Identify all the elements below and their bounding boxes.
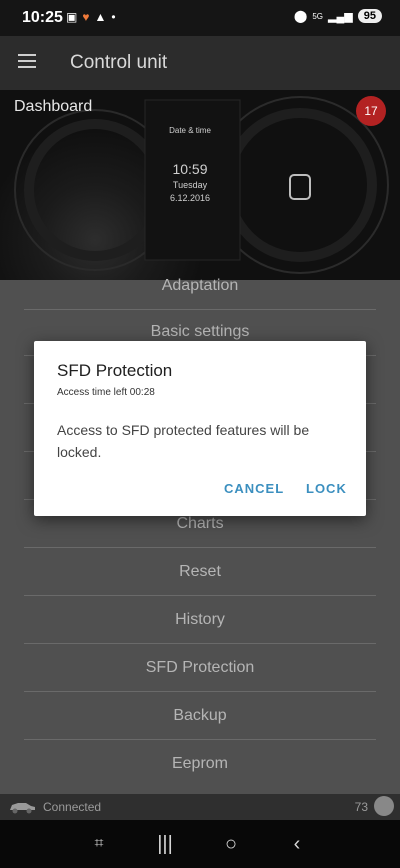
location-icon: ⬤ xyxy=(293,9,308,23)
clock-time: 10:59 xyxy=(172,161,208,177)
dialog-title: SFD Protection xyxy=(57,361,173,380)
status-time: 10:25 xyxy=(22,9,63,26)
hamburger-menu-icon[interactable] xyxy=(18,54,36,68)
footer-count: 73 xyxy=(354,800,368,814)
battery-icon: 95 xyxy=(357,9,382,23)
list-item-backup[interactable]: Backup xyxy=(24,692,376,740)
screenshot-icon: ▣ xyxy=(66,10,78,24)
status-icons-right: ⬤ 5G ▂▄▆ 95 xyxy=(294,9,382,23)
clock-label: Date & time xyxy=(169,126,211,135)
status-bar: 10:25 ▣ ♥ ▲ • ⬤ 5G ▂▄▆ 95 xyxy=(0,0,400,36)
list-item-eeprom[interactable]: Eeprom xyxy=(24,740,376,788)
dialog-subtitle: Access time left 00:28 xyxy=(57,387,155,398)
home-icon[interactable]: ○ xyxy=(216,832,246,856)
list-item-adaptation[interactable]: Adaptation xyxy=(24,262,376,310)
dashboard-banner[interactable]: Dashboard 17 Date & time 10:59 Tuesday 6… xyxy=(0,90,400,280)
list-item-sfd-protection[interactable]: SFD Protection xyxy=(24,644,376,692)
list-item-history[interactable]: History xyxy=(24,596,376,644)
gauge-icon[interactable] xyxy=(374,796,394,816)
clock-day: Tuesday xyxy=(172,180,208,190)
recent-apps-icon[interactable]: ||| xyxy=(150,832,180,856)
clock-date: 6.12.2016 xyxy=(169,193,211,203)
dot-icon: • xyxy=(111,10,116,24)
lock-button[interactable]: LOCK xyxy=(306,481,347,496)
sfd-protection-dialog: SFD Protection Access time left 00:28 Ac… xyxy=(34,341,366,516)
screen-capture-icon[interactable]: ⌗ xyxy=(84,832,114,856)
status-icons-left: ▣ ♥ ▲ • xyxy=(66,10,116,24)
signal-bars-icon: ▂▄▆ xyxy=(328,10,353,23)
cancel-button[interactable]: CANCEL xyxy=(224,481,284,496)
page-title: Control unit xyxy=(70,52,168,73)
heart-icon: ♥ xyxy=(82,10,90,24)
dialog-message: Access to SFD protected features will be… xyxy=(57,422,310,460)
notification-badge[interactable]: 17 xyxy=(356,96,386,126)
back-icon[interactable]: ‹ xyxy=(282,832,312,856)
dashboard-title: Dashboard xyxy=(14,98,93,115)
list-item-reset[interactable]: Reset xyxy=(24,548,376,596)
connection-status: Connected xyxy=(43,800,102,814)
app-bar: Control unit xyxy=(0,36,400,90)
connection-footer: Connected 73 xyxy=(0,794,400,820)
signal-5g-icon: 5G xyxy=(312,11,324,21)
vpn-icon: ▲ xyxy=(94,10,107,24)
car-icon xyxy=(10,803,35,814)
dashboard-clock: Date & time 10:59 Tuesday 6.12.2016 xyxy=(160,118,220,203)
system-nav-bar: ⌗ ||| ○ ‹ xyxy=(0,820,400,868)
